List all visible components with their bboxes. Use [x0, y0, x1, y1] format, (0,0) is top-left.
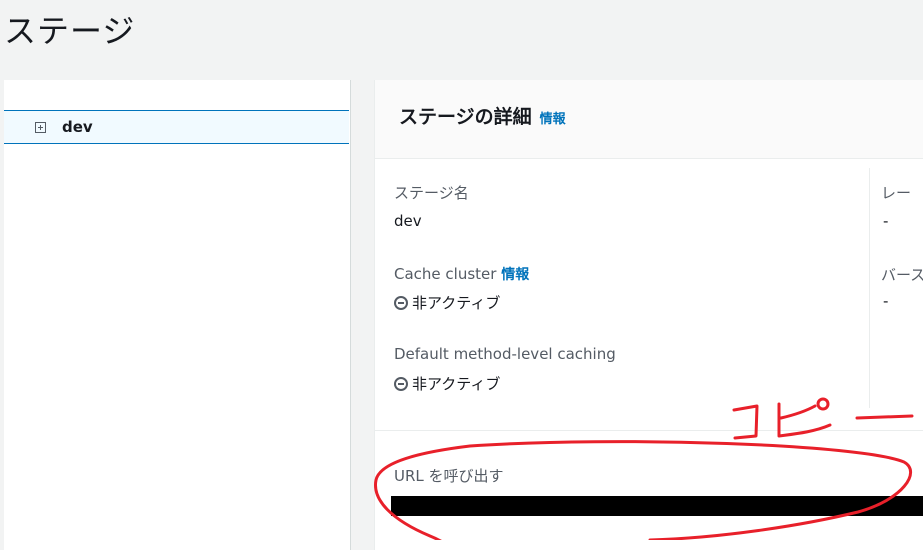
default-caching-status: 非アクティブ: [394, 373, 500, 394]
cache-cluster-status-text: 非アクティブ: [412, 294, 501, 312]
invoke-url-redacted[interactable]: [391, 496, 923, 516]
panel-header: ステージの詳細 情報: [375, 80, 923, 159]
rate-label: レー: [881, 184, 912, 202]
rate-value: -: [883, 212, 889, 230]
panel-title: ステージの詳細 情報: [399, 102, 566, 129]
panel-title-text: ステージの詳細: [399, 106, 532, 128]
stage-name-label: ステージ名: [394, 184, 469, 202]
invoke-url-label: URL を呼び出す: [394, 467, 504, 485]
stage-tree-panel: dev: [4, 80, 351, 550]
cache-cluster-label-text: Cache cluster: [394, 265, 497, 283]
page-title: ステージ: [4, 12, 136, 50]
inactive-icon: [394, 295, 408, 310]
info-link[interactable]: 情報: [540, 112, 566, 127]
tree-item-label: dev: [62, 118, 93, 136]
default-caching-label: Default method-level caching: [394, 345, 616, 363]
default-caching-status-text: 非アクティブ: [412, 375, 501, 393]
tree-item-dev[interactable]: dev: [4, 110, 349, 144]
column-divider: [869, 168, 870, 408]
cache-cluster-info-link[interactable]: 情報: [501, 267, 529, 283]
expand-icon[interactable]: [35, 121, 46, 133]
section-divider: [375, 430, 923, 431]
cache-cluster-status: 非アクティブ: [394, 292, 500, 313]
inactive-icon: [394, 376, 408, 391]
cache-cluster-label: Cache cluster 情報: [394, 264, 529, 284]
burst-label: バース: [881, 266, 923, 284]
burst-value: -: [883, 292, 889, 310]
stage-name-value: dev: [394, 212, 422, 230]
stage-details-panel: ステージの詳細 情報 ステージ名 dev Cache cluster 情報 非アク…: [374, 80, 923, 550]
